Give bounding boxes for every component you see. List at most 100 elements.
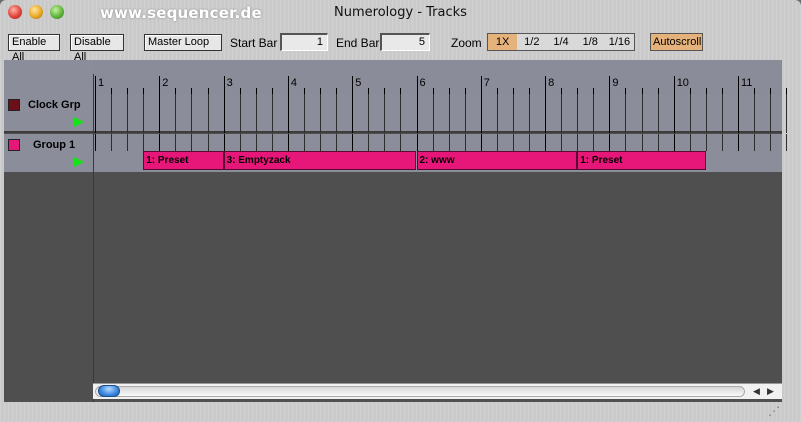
- beat-grid-line: [175, 94, 177, 133]
- clip[interactable]: 2: www: [416, 151, 578, 170]
- beat-grid-line: [577, 94, 579, 133]
- bar-number: 5: [355, 77, 362, 89]
- autoscroll-toggle[interactable]: Autoscroll: [650, 33, 703, 51]
- scroll-left-icon[interactable]: ◀: [753, 386, 760, 397]
- beat-grid-line: [529, 134, 531, 151]
- bar-grid-line: [223, 134, 225, 151]
- beat-grid-line: [705, 134, 707, 151]
- window-title: Numerology - Tracks: [334, 5, 467, 20]
- disable-all-button[interactable]: Disable All: [70, 34, 124, 63]
- beat-grid-line: [721, 94, 723, 133]
- master-loop-button[interactable]: Master Loop: [144, 34, 222, 51]
- beat-grid-line: [207, 94, 209, 133]
- zoom-option-1-16[interactable]: 1/16: [605, 34, 634, 50]
- bar-grid-line: [545, 134, 547, 151]
- beat-grid-line: [786, 94, 788, 133]
- beat-grid-line: [239, 94, 241, 133]
- beat-grid-line: [496, 94, 498, 133]
- beat-grid-line: [657, 94, 659, 133]
- track-lane-clock-grp[interactable]: [93, 94, 788, 133]
- beat-grid-line: [689, 94, 691, 133]
- bar-tick: [738, 76, 739, 94]
- track-editor: 1 2 3 4 5 6 7 8 9 10 11 Clock Grp Group 1 1: Prese…: [4, 60, 788, 402]
- bar-grid-line: [609, 134, 611, 151]
- beat-grid-line: [625, 94, 627, 133]
- beat-grid-line: [271, 134, 273, 151]
- bar-number: 3: [226, 77, 233, 89]
- beat-grid-line: [754, 94, 756, 133]
- beat-grid-line: [191, 134, 193, 151]
- clip[interactable]: 1: Preset: [143, 151, 224, 170]
- beat-grid-line: [368, 134, 370, 151]
- beat-grid-line: [336, 134, 338, 151]
- beat-grid-line: [336, 94, 338, 133]
- bar-grid-line: [287, 134, 289, 151]
- scroll-thumb[interactable]: [98, 385, 120, 397]
- zoom-option-1-2[interactable]: 1/2: [517, 34, 546, 50]
- beat-grid-line: [593, 94, 595, 133]
- scroll-track[interactable]: [95, 386, 745, 397]
- beat-grid-line: [448, 134, 450, 151]
- beat-grid-line: [255, 94, 257, 133]
- bar-tick: [95, 76, 96, 94]
- play-icon[interactable]: [74, 157, 84, 167]
- clip[interactable]: 3: Emptyzack: [223, 151, 417, 170]
- beat-grid-line: [721, 134, 723, 151]
- beat-grid-line: [175, 134, 177, 151]
- track-header-clock-grp[interactable]: Clock Grp: [4, 94, 93, 133]
- beat-grid-line: [239, 134, 241, 151]
- beat-grid-line: [641, 94, 643, 133]
- track-name: Clock Grp: [28, 99, 81, 111]
- bar-tick: [223, 76, 225, 94]
- zoom-selector: 1X 1/2 1/4 1/8 1/16: [487, 33, 635, 51]
- bar-grid-line: [609, 94, 611, 133]
- beat-grid-line: [320, 94, 322, 133]
- resize-grip-icon[interactable]: ⋰: [768, 404, 780, 418]
- beat-grid-line: [143, 134, 145, 151]
- bar-grid-line: [545, 94, 547, 133]
- zoom-option-1-4[interactable]: 1/4: [546, 34, 575, 50]
- end-bar-label: End Bar: [336, 36, 380, 50]
- zoom-option-1-8[interactable]: 1/8: [576, 34, 605, 50]
- track-color-swatch[interactable]: [8, 99, 20, 111]
- clip[interactable]: 1: Preset: [577, 151, 706, 170]
- beat-grid-line: [384, 134, 386, 151]
- bar-grid-line: [738, 134, 739, 151]
- beat-grid-line: [689, 134, 691, 151]
- beat-grid-line: [400, 94, 402, 133]
- beat-grid-line: [320, 134, 322, 151]
- bar-grid-line: [416, 94, 418, 133]
- beat-grid-line: [191, 94, 193, 133]
- beat-grid-line: [143, 94, 145, 133]
- bar-grid-line: [352, 94, 354, 133]
- bar-grid-line: [95, 94, 96, 133]
- end-bar-field[interactable]: 5: [380, 33, 430, 51]
- beat-grid-line: [464, 94, 466, 133]
- scroll-right-icon[interactable]: ▶: [767, 386, 774, 397]
- bar-grid-line: [416, 134, 418, 151]
- bar-number: 9: [612, 77, 619, 89]
- beat-grid-line: [577, 134, 579, 151]
- track-lane-group-1[interactable]: 1: Preset 3: Emptyzack 2: www 1: Preset: [93, 134, 788, 172]
- bar-ruler[interactable]: 1 2 3 4 5 6 7 8 9 10 11: [93, 74, 788, 94]
- bar-grid-line: [159, 134, 161, 151]
- track-header-group-1[interactable]: Group 1: [4, 134, 93, 172]
- title-bar: www.sequencer.de Numerology - Tracks: [0, 0, 801, 26]
- beat-grid-line: [464, 134, 466, 151]
- start-bar-field[interactable]: 1: [280, 33, 328, 51]
- bar-grid-line: [95, 134, 96, 151]
- bar-grid-line: [223, 94, 225, 133]
- track-color-swatch[interactable]: [8, 139, 20, 151]
- bar-tick: [480, 76, 482, 94]
- playhead-line[interactable]: [93, 74, 94, 402]
- horizontal-scrollbar[interactable]: ◀ ▶: [93, 383, 782, 399]
- beat-grid-line: [111, 94, 113, 133]
- bar-grid-line: [480, 134, 482, 151]
- start-bar-label: Start Bar: [230, 36, 278, 50]
- zoom-option-1x[interactable]: 1X: [488, 34, 518, 50]
- bar-number: 10: [676, 77, 689, 89]
- beat-grid-line: [432, 134, 434, 151]
- beat-grid-line: [400, 134, 402, 151]
- play-icon[interactable]: [74, 117, 84, 127]
- enable-all-button[interactable]: Enable All: [8, 34, 60, 63]
